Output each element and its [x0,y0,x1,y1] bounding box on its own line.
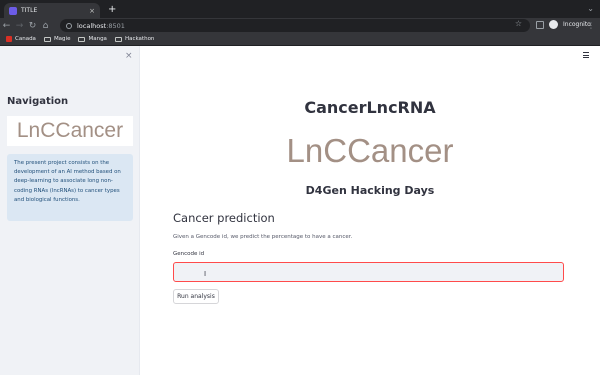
bookmark-magie[interactable]: Magie [43,36,71,42]
flag-icon [6,36,12,42]
sidebar: × Navigation LnCCancer The present proje… [0,46,140,375]
gencode-input[interactable] [173,262,564,282]
bookmark-hackathon[interactable]: Hackathon [114,36,155,42]
new-tab-button[interactable]: + [108,4,116,15]
folder-icon [78,36,86,42]
site-info-icon[interactable] [66,22,72,29]
bookmark-label: Canada [15,36,36,42]
tab-strip: TITLE × + ⌄ [0,0,600,18]
sidebar-logo: LnCCancer [7,116,133,146]
tab-search-icon[interactable]: ⌄ [587,4,594,13]
app-page: × Navigation LnCCancer The present proje… [0,46,600,375]
bookmark-label: Hackathon [124,36,155,42]
main-logo: LnCCancer [270,131,470,171]
folder-icon [114,36,122,42]
bookmark-label: Magie [53,36,71,42]
run-analysis-button[interactable]: Run analysis [173,289,219,304]
section-title: Cancer prediction [173,211,275,225]
url-host: localhost [77,21,107,30]
forward-icon[interactable]: → [13,21,26,31]
sidebar-close-icon[interactable]: × [125,51,133,61]
project-info-box: The present project consists on the deve… [7,154,133,221]
incognito-avatar-icon[interactable] [549,20,558,29]
bookmark-star-icon[interactable]: ☆ [515,19,522,28]
gencode-field-label: Gencode id [173,251,205,257]
streamlit-favicon-icon [9,6,17,15]
subtitle: D4Gen Hacking Days [305,184,435,197]
bookmarks-bar: Canada Magie Manga Hackathon [0,33,600,46]
bookmark-label: Manga [88,36,107,42]
text-cursor-icon: I [204,270,207,278]
logo-wordmark: LnCCancer [286,132,454,169]
reload-icon[interactable]: ↻ [26,21,39,31]
sidebar-title: Navigation [7,96,69,107]
logo-wordmark: LnCCancer [16,119,124,142]
browser-toolbar: ← → ↻ ⌂ localhost :8501 ☆ Incognito ⋮ [0,18,600,33]
bookmark-canada[interactable]: Canada [6,36,36,42]
browser-menu-icon[interactable]: ⋮ [587,21,595,30]
url-port: :8501 [106,21,125,30]
home-icon[interactable]: ⌂ [39,21,52,31]
tab-close-icon[interactable]: × [89,7,95,15]
back-icon[interactable]: ← [0,21,13,31]
address-bar[interactable]: localhost :8501 ☆ [60,19,530,32]
app-menu-icon[interactable] [583,52,589,60]
folder-icon [43,36,51,42]
browser-tab[interactable]: TITLE × [4,3,100,18]
bookmark-manga[interactable]: Manga [78,36,107,42]
section-description: Given a Gencode id, we predict the perce… [173,234,353,240]
side-panel-icon[interactable] [536,20,544,29]
tab-title: TITLE [21,7,38,14]
page-title: CancerLncRNA [304,98,436,117]
